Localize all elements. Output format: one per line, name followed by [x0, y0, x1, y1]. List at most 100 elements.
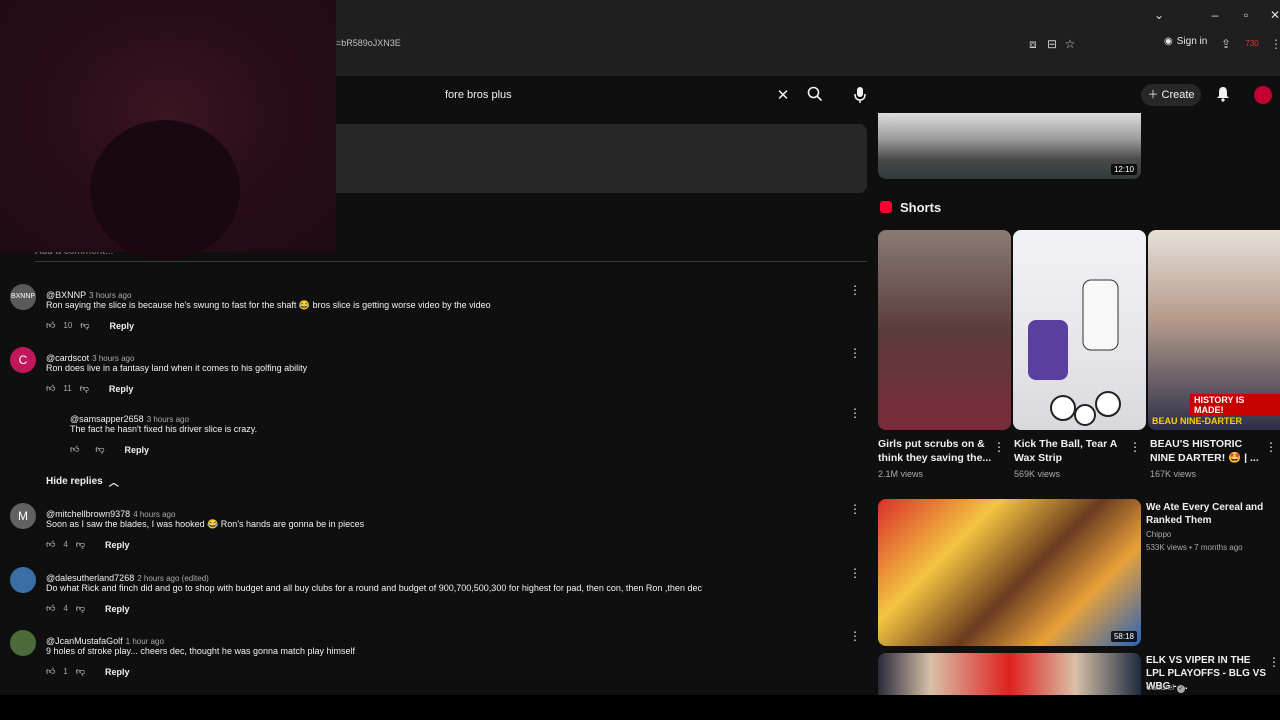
comment-actions: 👍︎ 4 👎︎ Reply	[46, 603, 130, 614]
short-title[interactable]: Kick The Ball, Tear A Wax Strip	[1014, 437, 1132, 465]
comment-author[interactable]: @cardscot	[46, 353, 89, 363]
clear-search-icon[interactable]: ✕	[773, 86, 793, 106]
short-overlay-text: HISTORY IS MADE!	[1190, 394, 1280, 416]
reply-actions: 👍︎ 👎︎ Reply	[70, 444, 149, 455]
video-channel[interactable]: Chippo	[1146, 528, 1171, 541]
video-description-box[interactable]	[336, 124, 867, 193]
tab-list-icon[interactable]: ⌄	[1150, 6, 1168, 24]
install-app-icon[interactable]: ⊟	[1044, 36, 1060, 52]
video-title[interactable]: We Ate Every Cereal and Ranked Them	[1146, 501, 1266, 527]
comment-more-icon[interactable]: ⋮	[849, 629, 861, 643]
like-icon[interactable]: 👍︎	[46, 603, 55, 614]
comment-time[interactable]: 3 hours ago	[92, 354, 134, 363]
comment-avatar[interactable]	[10, 567, 36, 593]
comment-input-divider	[35, 261, 867, 262]
short-more-icon[interactable]: ⋮	[1129, 440, 1141, 454]
comment-avatar[interactable]: M	[10, 503, 36, 529]
microphone-icon[interactable]	[850, 86, 870, 106]
short-thumbnail[interactable]	[1013, 230, 1146, 430]
extension-badge[interactable]: 730	[1244, 36, 1260, 52]
comment-time[interactable]: 3 hours ago	[89, 291, 131, 300]
sign-in-label: Sign in	[1176, 36, 1208, 47]
comment-author[interactable]: @BXNNP	[46, 290, 86, 300]
verified-icon: ✓	[1177, 685, 1186, 693]
short-thumbnail[interactable]: HISTORY IS MADE! BEAU NINE-DARTER	[1148, 230, 1280, 430]
create-button[interactable]: ＋ Create	[1141, 84, 1201, 106]
video-more-icon[interactable]: ⋮	[1268, 655, 1280, 669]
comment-author[interactable]: @dalesutherland7268	[46, 573, 134, 583]
comment-avatar[interactable]	[10, 630, 36, 656]
short-title[interactable]: Girls put scrubs on & think they saving …	[878, 437, 996, 465]
short-thumbnail[interactable]	[878, 230, 1011, 430]
comment-time[interactable]: 1 hour ago	[126, 637, 164, 646]
reply-time[interactable]: 3 hours ago	[147, 415, 189, 424]
dislike-icon[interactable]: 👎︎	[95, 444, 104, 455]
account-avatar[interactable]	[1254, 86, 1272, 104]
browser-menu-icon[interactable]: ⋮	[1268, 36, 1280, 52]
dislike-icon[interactable]: 👎︎	[80, 383, 89, 394]
url-text[interactable]: =bR589oJXN3E	[336, 38, 401, 48]
like-icon[interactable]: 👍︎	[70, 444, 79, 455]
dislike-icon[interactable]: 👎︎	[76, 603, 85, 614]
browser-sign-in-button[interactable]: ◉ Sign in	[1164, 36, 1207, 47]
short-more-icon[interactable]: ⋮	[993, 440, 1005, 454]
reply-button[interactable]: Reply	[105, 667, 130, 677]
comment-more-icon[interactable]: ⋮	[849, 566, 861, 580]
comment-text: Soon as I saw the blades, I was hooked 😂…	[46, 519, 365, 529]
hide-replies-button[interactable]: Hide replies ︿	[46, 474, 119, 489]
short-views: 2.1M views	[878, 469, 924, 479]
comment-actions: 👍︎ 10 👎︎ Reply	[46, 320, 134, 331]
video-meta: 533K views • 7 months ago	[1146, 543, 1243, 552]
comment-avatar[interactable]: C	[10, 347, 36, 373]
maximize-icon[interactable]: ▫	[1237, 6, 1255, 24]
reply-button[interactable]: Reply	[125, 445, 150, 455]
like-icon[interactable]: 👍︎	[46, 320, 55, 331]
reply-button[interactable]: Reply	[105, 604, 130, 614]
dislike-icon[interactable]: 👎︎	[76, 666, 85, 677]
comment-more-icon[interactable]: ⋮	[849, 346, 861, 360]
reply-button[interactable]: Reply	[109, 321, 134, 331]
like-icon[interactable]: 👍︎	[46, 383, 55, 394]
video-channel-row: Caedrel ✓	[1146, 681, 1186, 694]
video-thumbnail[interactable]: 12:10	[878, 113, 1141, 179]
reply-button[interactable]: Reply	[109, 384, 134, 394]
close-window-icon[interactable]: ✕	[1266, 6, 1280, 24]
comment-text: Ron does live in a fantasy land when it …	[46, 363, 308, 373]
notifications-bell-icon[interactable]	[1213, 86, 1233, 106]
video-thumbnail[interactable]	[878, 653, 1141, 695]
comment-avatar[interactable]: BXNNP	[10, 284, 36, 310]
comment-author[interactable]: @JcanMustafaGolf	[46, 636, 123, 646]
share-icon[interactable]: ⇪	[1218, 36, 1234, 52]
like-count: 4	[63, 540, 68, 549]
like-count: 4	[63, 604, 68, 613]
comment-time[interactable]: 2 hours ago (edited)	[137, 574, 209, 583]
plus-icon: ＋	[1147, 89, 1159, 101]
webcam-person	[90, 120, 240, 260]
search-input[interactable]: fore bros plus	[433, 83, 803, 107]
reply-button[interactable]: Reply	[105, 540, 130, 550]
search-icon[interactable]	[805, 86, 825, 106]
video-channel[interactable]: Caedrel	[1146, 683, 1174, 692]
like-icon[interactable]: 👍︎	[46, 666, 55, 677]
reply-more-icon[interactable]: ⋮	[849, 406, 861, 420]
reply-author[interactable]: @samsapper2658	[70, 414, 144, 424]
short-more-icon[interactable]: ⋮	[1265, 440, 1277, 454]
comment-text: Do what Rick and finch did and go to sho…	[46, 583, 702, 593]
video-thumbnail[interactable]: 58:18	[878, 499, 1141, 646]
comment-author[interactable]: @mitchellbrown9378	[46, 509, 130, 519]
bookmark-star-icon[interactable]: ☆	[1062, 36, 1078, 52]
like-count: 11	[63, 384, 72, 393]
minimize-icon[interactable]: –	[1206, 6, 1224, 24]
shorts-shelf-title: Shorts	[900, 200, 942, 215]
comment-more-icon[interactable]: ⋮	[849, 502, 861, 516]
comment-more-icon[interactable]: ⋮	[849, 283, 861, 297]
search-query-text: fore bros plus	[445, 89, 512, 101]
screenshot-icon[interactable]: ⧈	[1025, 36, 1041, 52]
dislike-icon[interactable]: 👎︎	[76, 539, 85, 550]
short-title[interactable]: BEAU'S HISTORIC NINE DARTER! 🤩 | ...	[1150, 437, 1262, 465]
comment-time[interactable]: 4 hours ago	[133, 510, 175, 519]
like-icon[interactable]: 👍︎	[46, 539, 55, 550]
like-count: 10	[63, 321, 73, 330]
dislike-icon[interactable]: 👎︎	[80, 320, 89, 331]
shorts-logo-icon	[880, 201, 892, 213]
